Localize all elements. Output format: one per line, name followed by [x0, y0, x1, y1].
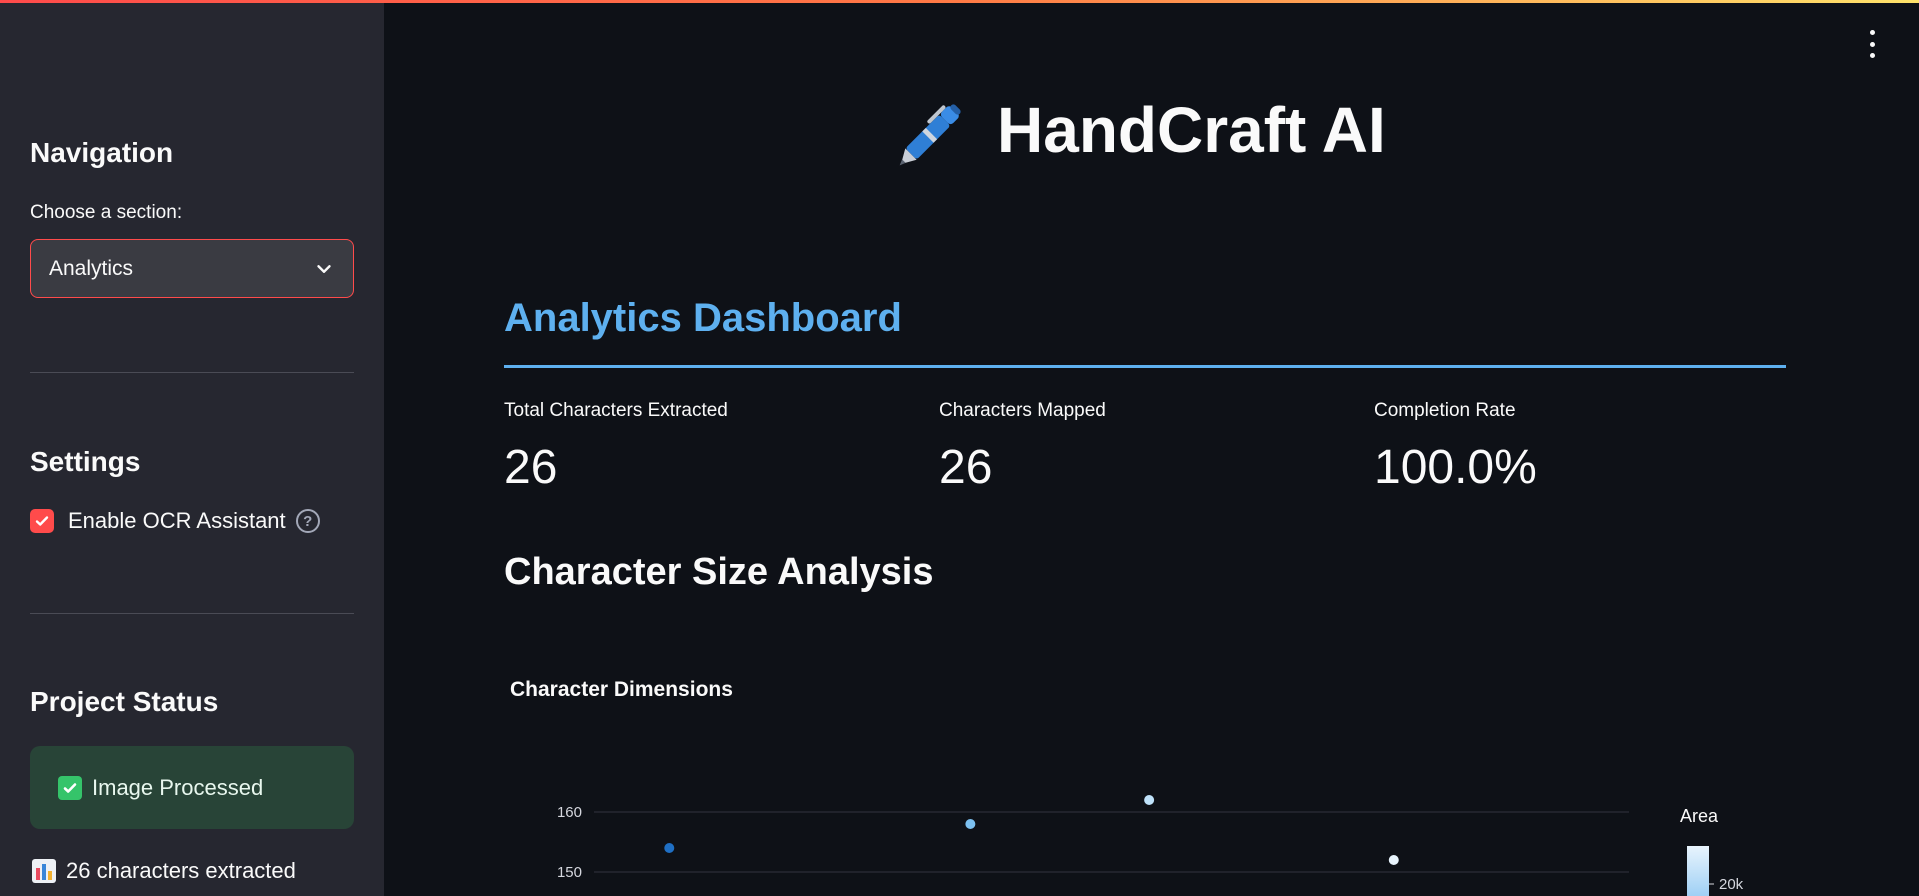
section-divider — [504, 365, 1786, 368]
status-success-alert: Image Processed — [30, 746, 354, 829]
legend-title: Area — [1680, 806, 1719, 826]
metric-label: Total Characters Extracted — [504, 400, 728, 421]
sidebar-divider — [30, 372, 354, 373]
data-point — [1144, 795, 1155, 805]
y-tick-label: 150 — [557, 864, 582, 881]
data-point — [664, 843, 675, 853]
legend-color-scale — [1687, 846, 1709, 896]
check-icon — [35, 516, 49, 526]
check-mark-icon — [58, 775, 82, 800]
status-message: Image Processed — [92, 774, 264, 800]
analytics-dashboard-heading: Analytics Dashboard — [504, 296, 902, 340]
settings-heading: Settings — [30, 446, 141, 477]
ocr-checkbox[interactable] — [30, 509, 54, 533]
sidebar: Navigation Choose a section: Analytics S… — [0, 0, 384, 896]
metric-value: 26 — [504, 441, 558, 494]
ocr-assistant-toggle[interactable]: Enable OCR Assistant ? — [30, 508, 320, 534]
section-select-value: Analytics — [49, 256, 134, 280]
metric-completion-rate: Completion Rate 100.0% — [1374, 400, 1537, 495]
metric-characters-mapped: Characters Mapped 26 — [939, 400, 1106, 495]
navigation-heading: Navigation — [30, 137, 174, 168]
menu-dot — [1869, 53, 1875, 58]
metric-value: 100.0% — [1374, 441, 1537, 494]
data-point — [965, 819, 976, 829]
app-title: HandCraft AI — [997, 94, 1386, 166]
scatter-plot: 150 160 Area 20k — [557, 795, 1744, 896]
data-point — [1388, 855, 1399, 865]
ocr-checkbox-label: Enable OCR Assistant — [68, 508, 286, 533]
help-icon[interactable]: ? — [295, 509, 320, 533]
page-title: HandCraft AI — [895, 92, 1386, 168]
section-select[interactable]: Analytics — [30, 239, 354, 298]
chevron-down-icon — [317, 264, 331, 273]
metric-label: Completion Rate — [1374, 400, 1516, 421]
character-size-analysis-heading: Character Size Analysis — [504, 551, 934, 593]
project-status-heading: Project Status — [30, 686, 219, 717]
section-select-label: Choose a section: — [30, 202, 183, 223]
menu-dot — [1869, 41, 1875, 47]
y-tick-label: 160 — [557, 804, 582, 821]
bar-chart-icon — [32, 859, 56, 883]
metric-total-characters: Total Characters Extracted 26 — [504, 400, 728, 495]
pen-icon — [899, 104, 961, 166]
main-menu-button[interactable] — [1860, 30, 1884, 58]
character-dimensions-chart: Character Dimensions 150 160 Area 20k — [504, 670, 1804, 896]
sidebar-divider — [30, 613, 354, 614]
legend-tick-label: 20k — [1719, 876, 1744, 893]
menu-dot — [1869, 30, 1875, 35]
metric-label: Characters Mapped — [939, 400, 1106, 421]
characters-extracted-text: 26 characters extracted — [66, 858, 296, 883]
characters-extracted-info: 26 characters extracted — [32, 858, 296, 884]
metric-value: 26 — [939, 441, 993, 494]
top-decoration-bar — [0, 0, 1919, 3]
